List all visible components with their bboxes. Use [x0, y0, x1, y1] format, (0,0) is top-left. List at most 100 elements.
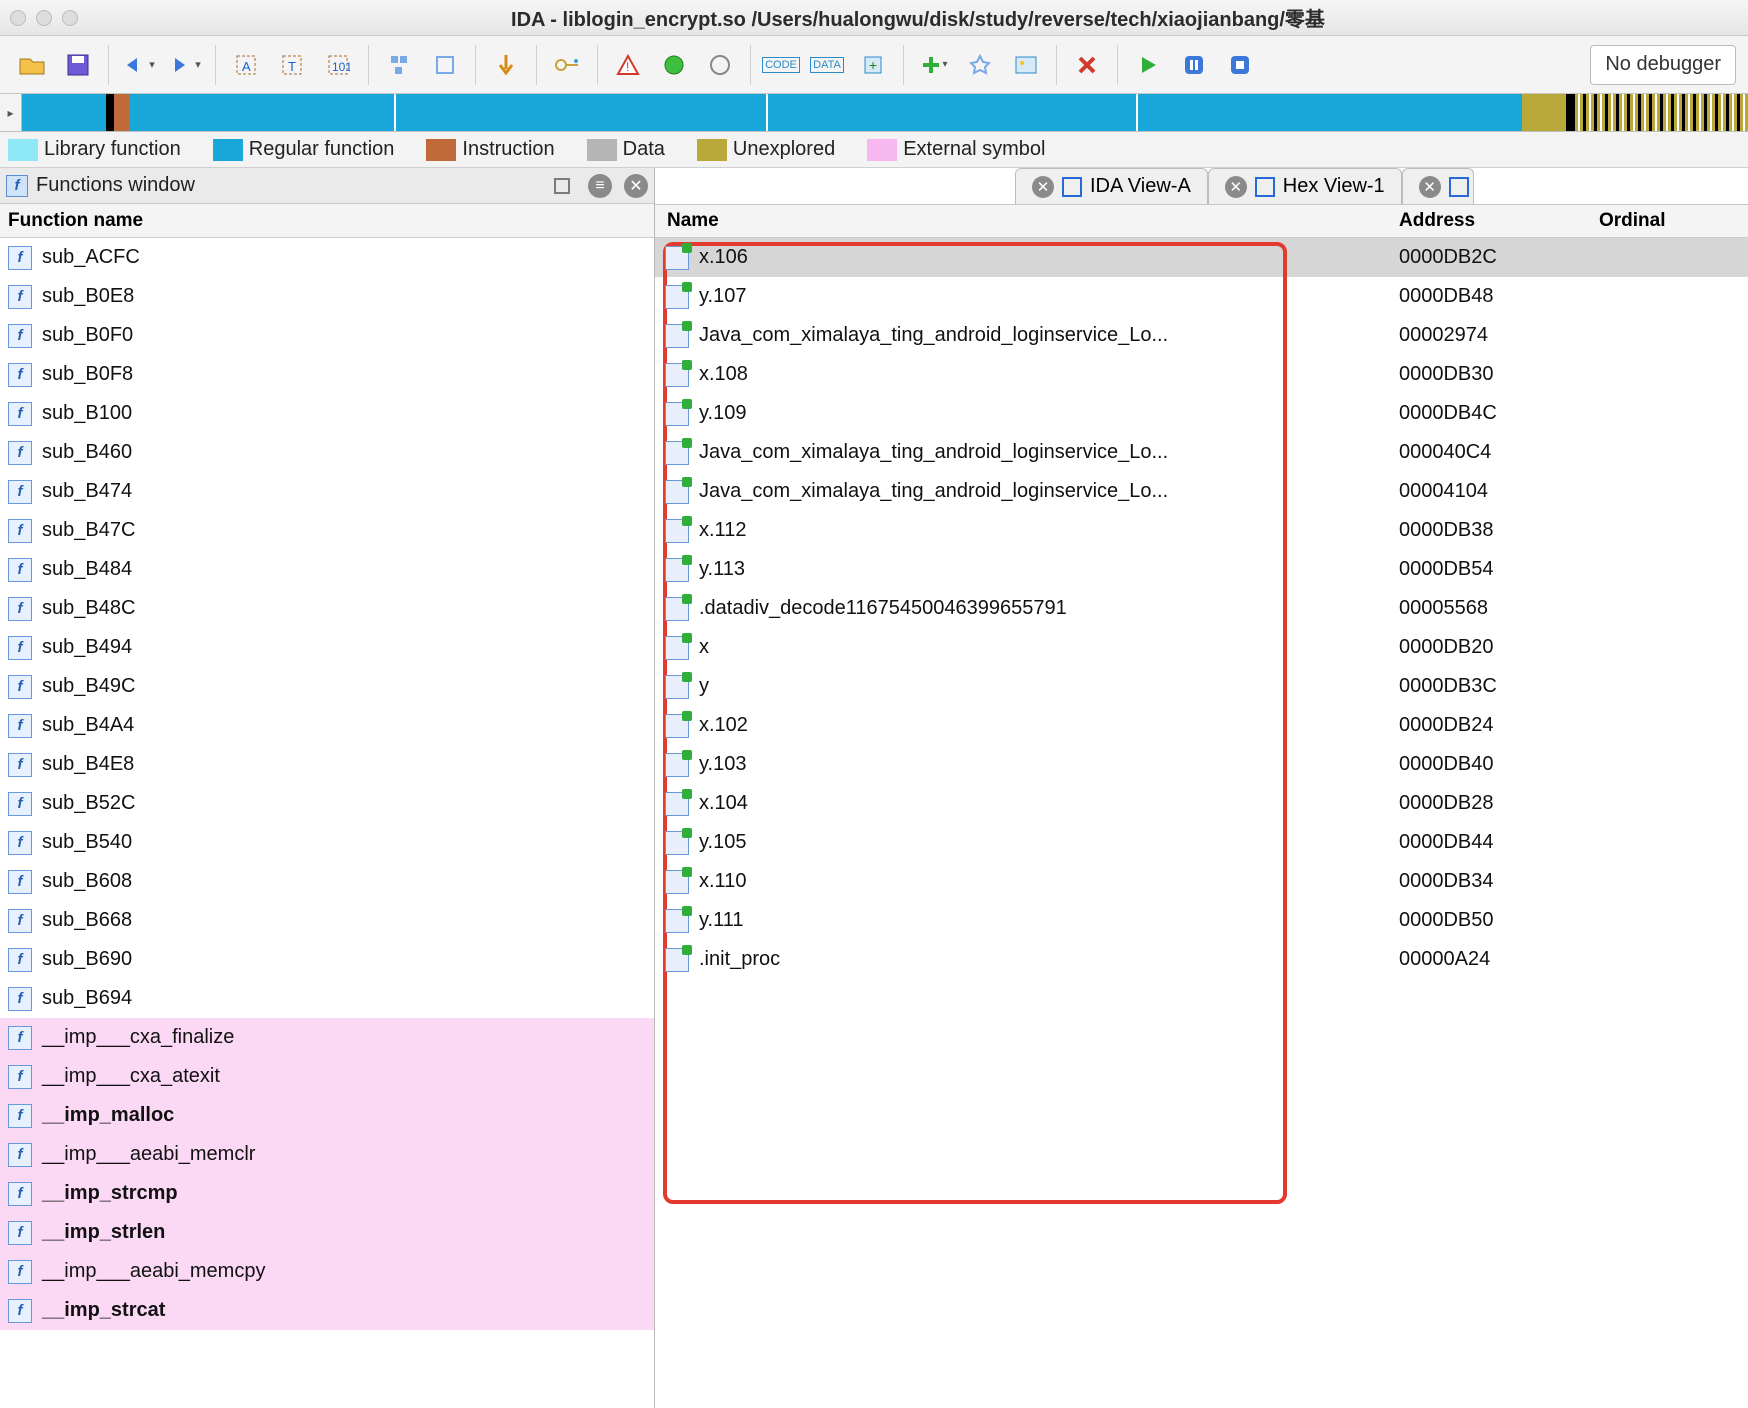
col-name[interactable]: Name	[655, 210, 1399, 232]
col-address[interactable]: Address	[1399, 210, 1599, 232]
export-address: 0000DB28	[1399, 792, 1599, 815]
export-row[interactable]: x.1120000DB38	[655, 511, 1748, 550]
picture-button[interactable]	[1006, 45, 1046, 85]
function-row[interactable]: fsub_B494	[0, 628, 654, 667]
function-row[interactable]: fsub_B4E8	[0, 745, 654, 784]
export-row[interactable]: Java_com_ximalaya_ting_android_loginserv…	[655, 433, 1748, 472]
export-row[interactable]: y0000DB3C	[655, 667, 1748, 706]
export-row[interactable]: x.1100000DB34	[655, 862, 1748, 901]
function-row[interactable]: f__imp_strlen	[0, 1213, 654, 1252]
function-row[interactable]: f__imp_strcmp	[0, 1174, 654, 1213]
graph-button[interactable]	[379, 45, 419, 85]
exports-table-body[interactable]: x.1060000DB2Cy.1070000DB48Java_com_ximal…	[655, 238, 1748, 1408]
open-button[interactable]	[12, 45, 52, 85]
function-row[interactable]: fsub_B0E8	[0, 277, 654, 316]
export-row[interactable]: x0000DB20	[655, 628, 1748, 667]
legend-item: Data	[587, 138, 665, 161]
function-row[interactable]: f__imp___cxa_atexit	[0, 1057, 654, 1096]
function-row[interactable]: fsub_B474	[0, 472, 654, 511]
function-row[interactable]: fsub_B484	[0, 550, 654, 589]
function-row[interactable]: fsub_B52C	[0, 784, 654, 823]
function-row[interactable]: f__imp___cxa_finalize	[0, 1018, 654, 1057]
menu-button[interactable]: ≡	[588, 174, 612, 198]
function-row[interactable]: fsub_B48C	[0, 589, 654, 628]
data-button[interactable]: DATA	[807, 45, 847, 85]
function-row[interactable]: fsub_B100	[0, 394, 654, 433]
export-row[interactable]: .init_proc00000A24	[655, 940, 1748, 979]
warn-button[interactable]: !	[608, 45, 648, 85]
back-button[interactable]: ▾	[119, 45, 159, 85]
stop-record-button[interactable]	[700, 45, 740, 85]
zoom-window-icon[interactable]	[62, 10, 78, 26]
add-green-button[interactable]: ▾	[914, 45, 954, 85]
box-button[interactable]	[425, 45, 465, 85]
navigation-band[interactable]: ▸	[0, 94, 1748, 132]
run-button[interactable]	[1128, 45, 1168, 85]
star-button[interactable]	[960, 45, 1000, 85]
segment-a-button[interactable]: A	[226, 45, 266, 85]
export-row[interactable]: y.1070000DB48	[655, 277, 1748, 316]
export-row[interactable]: x.1020000DB24	[655, 706, 1748, 745]
export-row[interactable]: x.1040000DB28	[655, 784, 1748, 823]
function-row[interactable]: fsub_B0F0	[0, 316, 654, 355]
legend-swatch	[697, 139, 727, 161]
close-tab-button[interactable]: ✕	[1225, 176, 1247, 198]
function-row[interactable]: fsub_B694	[0, 979, 654, 1018]
view-tab[interactable]: ✕	[1402, 168, 1474, 204]
function-row[interactable]: f__imp___aeabi_memcpy	[0, 1252, 654, 1291]
function-row[interactable]: fsub_B690	[0, 940, 654, 979]
save-button[interactable]	[58, 45, 98, 85]
close-tab-button[interactable]: ✕	[1032, 176, 1054, 198]
close-window-icon[interactable]	[10, 10, 26, 26]
view-tab[interactable]: ✕Hex View-1	[1208, 168, 1402, 204]
key-button[interactable]	[547, 45, 587, 85]
export-name: x.108	[699, 363, 748, 386]
segment-n-button[interactable]: 101	[318, 45, 358, 85]
export-row[interactable]: .datadiv_decode1167545004639965579100005…	[655, 589, 1748, 628]
export-row[interactable]: x.1060000DB2C	[655, 238, 1748, 277]
export-row[interactable]: y.1090000DB4C	[655, 394, 1748, 433]
function-row[interactable]: fsub_B0F8	[0, 355, 654, 394]
debugger-select[interactable]: No debugger	[1590, 45, 1736, 85]
code-button[interactable]: CODE	[761, 45, 801, 85]
function-row[interactable]: fsub_B608	[0, 862, 654, 901]
pause-button[interactable]	[1174, 45, 1214, 85]
record-button[interactable]	[654, 45, 694, 85]
export-row[interactable]: y.1050000DB44	[655, 823, 1748, 862]
function-row[interactable]: f__imp___aeabi_memclr	[0, 1135, 654, 1174]
function-row[interactable]: fsub_ACFC	[0, 238, 654, 277]
export-row[interactable]: y.1130000DB54	[655, 550, 1748, 589]
export-address: 00000A24	[1399, 948, 1599, 971]
dock-icon[interactable]	[554, 178, 570, 194]
export-address: 0000DB44	[1399, 831, 1599, 854]
function-row[interactable]: fsub_B49C	[0, 667, 654, 706]
close-tab-button[interactable]: ✕	[1419, 176, 1441, 198]
function-row[interactable]: fsub_B460	[0, 433, 654, 472]
export-row[interactable]: y.1110000DB50	[655, 901, 1748, 940]
forward-button[interactable]: ▾	[165, 45, 205, 85]
legend-label: Regular function	[249, 138, 395, 161]
export-address: 00004104	[1399, 480, 1599, 503]
segment-t-button[interactable]: T	[272, 45, 312, 85]
minimize-window-icon[interactable]	[36, 10, 52, 26]
delete-button[interactable]	[1067, 45, 1107, 85]
function-row[interactable]: fsub_B4A4	[0, 706, 654, 745]
functions-column-header[interactable]: Function name	[0, 204, 654, 238]
col-ordinal[interactable]: Ordinal	[1599, 210, 1748, 232]
export-row[interactable]: y.1030000DB40	[655, 745, 1748, 784]
caret-icon[interactable]: ▸	[7, 106, 13, 120]
export-row[interactable]: Java_com_ximalaya_ting_android_loginserv…	[655, 472, 1748, 511]
stop-button[interactable]	[1220, 45, 1260, 85]
export-row[interactable]: Java_com_ximalaya_ting_android_loginserv…	[655, 316, 1748, 355]
function-row[interactable]: fsub_B47C	[0, 511, 654, 550]
export-row[interactable]: x.1080000DB30	[655, 355, 1748, 394]
function-row[interactable]: fsub_B668	[0, 901, 654, 940]
functions-list[interactable]: fsub_ACFCfsub_B0E8fsub_B0F0fsub_B0F8fsub…	[0, 238, 654, 1408]
function-row[interactable]: f__imp_strcat	[0, 1291, 654, 1330]
function-row[interactable]: fsub_B540	[0, 823, 654, 862]
close-panel-button[interactable]: ✕	[624, 174, 648, 198]
down-button[interactable]	[486, 45, 526, 85]
view-tab[interactable]: ✕IDA View-A	[1015, 168, 1208, 204]
function-row[interactable]: f__imp_malloc	[0, 1096, 654, 1135]
insert-button[interactable]: +	[853, 45, 893, 85]
